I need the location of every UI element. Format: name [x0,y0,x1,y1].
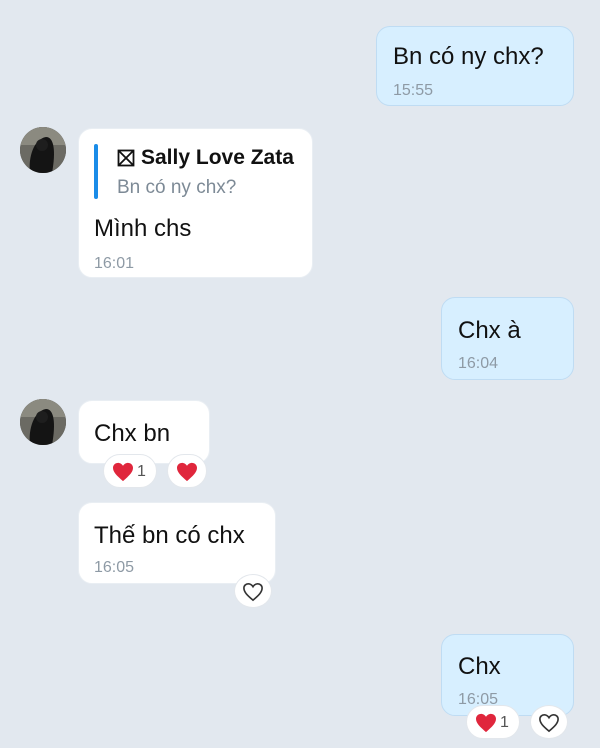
incoming-message[interactable]: Thế bn có chx 16:05 [78,502,276,584]
reaction-summary[interactable]: 1 [103,454,157,488]
heart-icon [177,462,197,482]
message-text: Chx à [458,317,521,344]
outgoing-message[interactable]: Bn có ny chx? 15:55 [376,26,574,106]
crossed-box-icon [117,149,135,172]
heart-icon [476,713,496,733]
incoming-message[interactable]: Sally Love Zata Bn có ny chx? Mình chs 1… [78,128,313,278]
reaction-count: 1 [137,463,146,480]
add-reaction-button[interactable] [530,705,568,739]
quoted-sender-name: Sally Love Zata [141,146,294,169]
message-text: Chx bn [94,420,171,447]
message-text: Mình chs [94,215,192,242]
message-text: Bn có ny chx? [393,43,544,70]
message-time: 16:04 [458,355,499,372]
reaction-summary[interactable]: 1 [466,705,520,739]
reaction-count: 1 [500,714,509,731]
add-reaction-button[interactable] [167,454,207,488]
add-reaction-button[interactable] [234,574,272,608]
heart-icon [113,462,133,482]
outgoing-message[interactable]: Chx à 16:04 [441,297,574,380]
message-text: Chx [458,653,501,680]
message-time: 16:01 [94,255,135,272]
message-time: 16:05 [94,559,135,576]
heart-outline-icon [243,582,263,602]
quote-bar [94,144,98,199]
quoted-text: Bn có ny chx? [117,177,237,198]
contact-avatar[interactable] [20,127,66,173]
message-text: Thế bn có chx [94,522,245,549]
contact-avatar[interactable] [20,399,66,445]
heart-outline-icon [539,713,559,733]
outgoing-message[interactable]: Chx 16:05 [441,634,574,716]
message-time: 15:55 [393,82,434,99]
